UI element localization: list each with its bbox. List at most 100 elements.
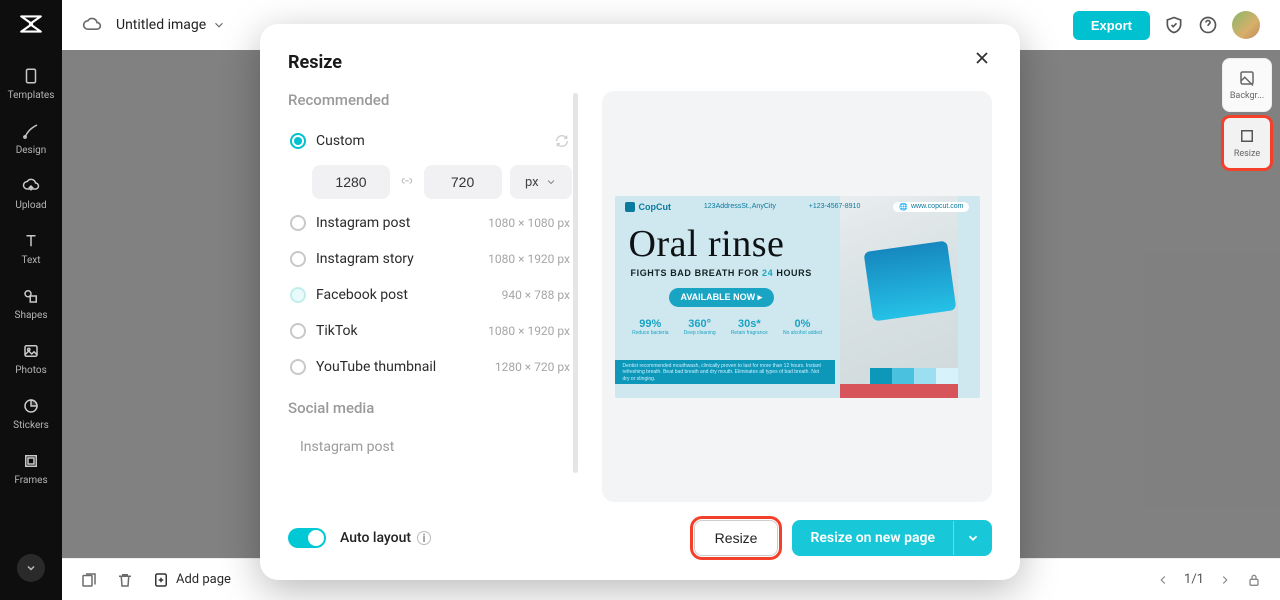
option-custom[interactable]: Custom <box>288 123 572 159</box>
preview-headline: Oral rinse <box>629 222 785 266</box>
height-input[interactable] <box>424 165 502 199</box>
templates-icon <box>21 66 41 86</box>
export-button[interactable]: Export <box>1073 11 1150 40</box>
rail-shapes[interactable]: Shapes <box>0 278 62 333</box>
option-youtube-thumbnail[interactable]: YouTube thumbnail 1280 × 720 px <box>288 349 572 385</box>
upload-icon <box>21 176 41 196</box>
chevron-down-icon[interactable] <box>953 521 992 555</box>
radio-icon <box>290 287 306 303</box>
design-icon <box>21 121 41 141</box>
option-label: Facebook post <box>316 287 408 303</box>
preview-footnote: Dentist recommended mouthwash, clinicall… <box>615 360 835 384</box>
option-label: YouTube thumbnail <box>316 359 436 375</box>
link-dimensions-icon[interactable] <box>398 165 416 199</box>
preview-cta: AVAILABLE NOW ▸ <box>669 288 775 307</box>
close-icon[interactable] <box>972 48 992 68</box>
pages-panel-icon[interactable] <box>80 571 98 589</box>
reset-icon[interactable] <box>554 133 570 149</box>
option-instagram-story[interactable]: Instagram story 1080 × 1920 px <box>288 241 572 277</box>
stickers-icon <box>21 396 41 416</box>
topbar-right: Export <box>1073 11 1260 40</box>
preview-canvas: CopCut 123AddressSt.,AnyCity +123-4567-8… <box>615 196 980 398</box>
help-icon[interactable] <box>1198 15 1218 35</box>
right-rail-background[interactable]: Backgr... <box>1222 58 1272 112</box>
prev-page-icon[interactable] <box>1156 573 1170 587</box>
pager: 1/1 <box>1156 572 1262 588</box>
rail-stickers[interactable]: Stickers <box>0 388 62 443</box>
add-page-label: Add page <box>176 572 231 587</box>
add-page-button[interactable]: Add page <box>152 571 231 589</box>
preview-product <box>863 240 956 321</box>
rail-label: Stickers <box>13 420 49 431</box>
project-title[interactable]: Untitled image <box>116 17 206 33</box>
preview-brand: CopCut <box>625 202 672 212</box>
right-rail: Backgr... Resize <box>1222 58 1272 170</box>
lock-icon[interactable] <box>1246 572 1262 588</box>
rail-label: Design <box>16 145 47 156</box>
section-social: Social media <box>288 399 572 417</box>
right-rail-label: Resize <box>1234 149 1260 159</box>
radio-icon <box>290 251 306 267</box>
rail-templates[interactable]: Templates <box>0 58 62 113</box>
rail-photos[interactable]: Photos <box>0 333 62 388</box>
preview-phone: +123-4567-8910 <box>809 203 861 210</box>
radio-icon <box>290 215 306 231</box>
option-dim: 1280 × 720 px <box>495 360 570 374</box>
rail-text[interactable]: Text <box>0 223 62 278</box>
resize-button[interactable]: Resize <box>694 520 779 556</box>
radio-selected-icon <box>290 133 306 149</box>
next-page-icon[interactable] <box>1218 573 1232 587</box>
frames-icon <box>21 451 41 471</box>
pager-text: 1/1 <box>1184 572 1204 587</box>
chevron-down-icon[interactable] <box>212 18 226 32</box>
option-dim: 1080 × 1920 px <box>488 252 570 266</box>
section-recommended: Recommended <box>288 91 572 109</box>
cloud-save-icon[interactable] <box>82 15 102 35</box>
preview-panel: CopCut 123AddressSt.,AnyCity +123-4567-8… <box>602 91 992 502</box>
modal-footer: Auto layout i Resize Resize on new page <box>288 502 1020 556</box>
option-tiktok[interactable]: TikTok 1080 × 1920 px <box>288 313 572 349</box>
app-logo[interactable] <box>17 10 45 38</box>
resize-new-page-button[interactable]: Resize on new page <box>792 520 992 556</box>
right-rail-label: Backgr... <box>1230 91 1264 101</box>
social-item[interactable]: Instagram post <box>288 431 572 461</box>
custom-dimensions: px <box>312 165 572 199</box>
option-label: Instagram story <box>316 251 414 267</box>
rail-upload[interactable]: Upload <box>0 168 62 223</box>
modal-title: Resize <box>288 52 1020 73</box>
width-input[interactable] <box>312 165 390 199</box>
resize-modal: Resize Recommended Custom <box>260 24 1020 580</box>
option-facebook-post[interactable]: Facebook post 940 × 788 px <box>288 277 572 313</box>
auto-layout-label: Auto layout i <box>340 530 431 546</box>
preview-stats: 99%Reduce bacteria 360°Deep cleaning 30s… <box>625 318 830 336</box>
shield-icon[interactable] <box>1164 15 1184 35</box>
rail-design[interactable]: Design <box>0 113 62 168</box>
rail-label: Templates <box>8 90 55 101</box>
rail-more-button[interactable] <box>17 554 45 582</box>
rail-label: Photos <box>15 365 47 376</box>
unit-select[interactable]: px <box>510 165 572 199</box>
info-icon[interactable]: i <box>417 531 431 545</box>
preview-subline: FIGHTS BAD BREATH FOR 24 HOURS <box>631 268 812 278</box>
trash-icon[interactable] <box>116 571 134 589</box>
radio-icon <box>290 323 306 339</box>
right-rail-resize[interactable]: Resize <box>1222 116 1272 170</box>
rail-label: Upload <box>15 200 46 211</box>
option-dim: 940 × 788 px <box>502 288 570 302</box>
rail-frames[interactable]: Frames <box>0 443 62 498</box>
option-instagram-post[interactable]: Instagram post 1080 × 1080 px <box>288 205 572 241</box>
rail-label: Shapes <box>15 310 48 321</box>
auto-layout-toggle[interactable] <box>288 528 326 548</box>
radio-icon <box>290 359 306 375</box>
scrollbar[interactable] <box>573 93 578 473</box>
rail-label: Text <box>21 255 40 266</box>
shapes-icon <box>21 286 41 306</box>
rail-label: Frames <box>14 475 47 486</box>
text-icon <box>21 231 41 251</box>
option-label: Instagram post <box>316 215 410 231</box>
left-tool-rail: Templates Design Upload Text Shapes Phot… <box>0 0 62 600</box>
preview-swatches <box>870 368 958 384</box>
unit-label: px <box>525 175 539 190</box>
avatar[interactable] <box>1232 11 1260 39</box>
photos-icon <box>21 341 41 361</box>
